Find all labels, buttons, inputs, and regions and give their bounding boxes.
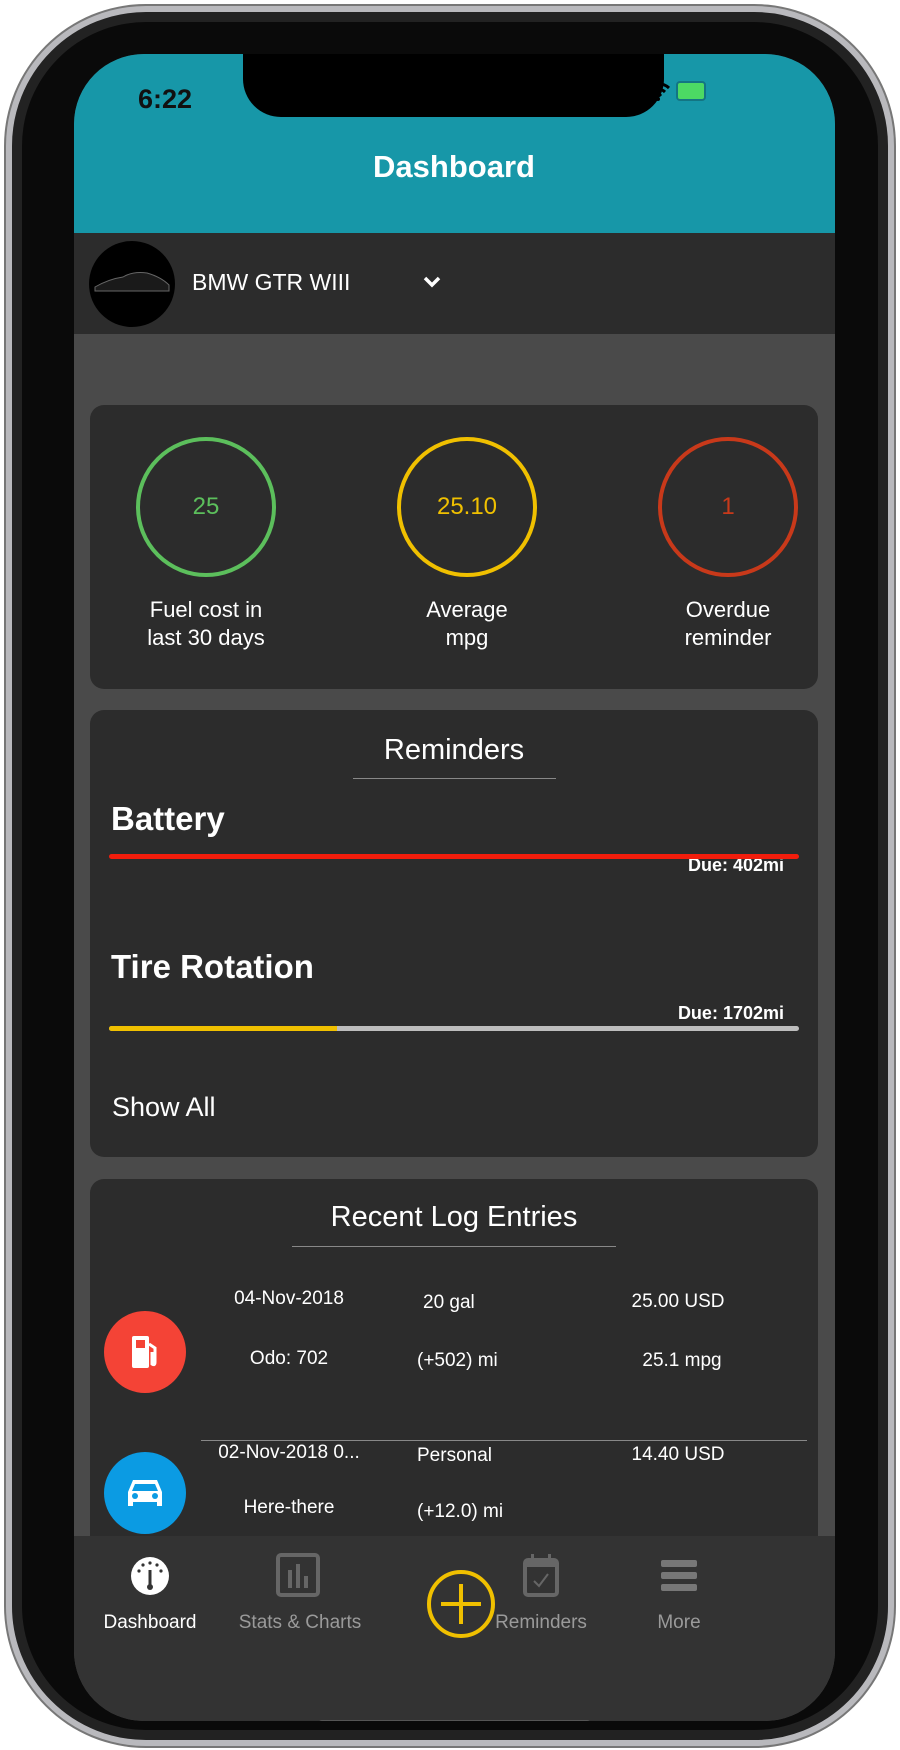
tab-dashboard[interactable]: Dashboard <box>74 1536 226 1646</box>
entry-trip: Here-there <box>243 1497 335 1518</box>
page-title: Dashboard <box>373 149 535 184</box>
label: Fuel cost in <box>149 597 263 622</box>
vehicle-avatar <box>89 241 175 327</box>
divider <box>201 1440 807 1441</box>
log-entry[interactable]: 04-Nov-2018 Odo: 702 20 gal (+502) mi 25… <box>90 1259 818 1393</box>
tab-reminders[interactable]: Reminders <box>464 1536 612 1646</box>
reminders-title: Reminders <box>383 734 525 766</box>
reminder-battery[interactable]: Battery Due: 402mi <box>90 800 818 930</box>
menu-icon <box>661 1560 697 1591</box>
reminder-due: Due: 1702mi <box>677 1003 784 1023</box>
fuel-cost-ring: 25 <box>136 437 276 577</box>
home-indicator[interactable] <box>318 1720 591 1721</box>
label: mpg <box>445 625 489 650</box>
battery-icon <box>676 81 706 101</box>
calendar-check-icon <box>523 1554 559 1597</box>
reminder-name: Tire Rotation <box>111 948 314 985</box>
summary-average-mpg[interactable]: 25.10 Average mpg <box>367 437 567 652</box>
tab-label: Reminders <box>495 1612 587 1633</box>
tab-label: More <box>657 1612 701 1633</box>
vehicle-selector[interactable]: BMW GTR WIII <box>74 233 835 334</box>
label: Average <box>426 597 508 622</box>
entry-odometer: Odo: 702 <box>249 1348 329 1369</box>
show-all-link[interactable]: Show All <box>112 1092 216 1123</box>
summary-card: 25 Fuel cost in last 30 days 25.10 Averag… <box>90 405 818 689</box>
reminders-card: Reminders Battery Due: 402mi Tire Rotati… <box>90 710 818 1157</box>
overdue-ring: 1 <box>658 437 798 577</box>
entry-category: Personal <box>417 1445 492 1466</box>
summary-overdue[interactable]: 1 Overdue reminder <box>628 437 828 652</box>
entry-cost: 14.40 USD <box>631 1444 725 1465</box>
divider <box>353 778 556 779</box>
notch <box>243 54 664 117</box>
tab-label: Dashboard <box>103 1612 197 1633</box>
label: Overdue <box>685 597 771 622</box>
tab-stats-charts[interactable]: Stats & Charts <box>226 1536 378 1646</box>
tab-bar: Dashboard Stats & Charts Reminders More <box>74 1536 835 1721</box>
label: reminder <box>684 625 772 650</box>
progress-fill <box>109 854 799 859</box>
reminder-tire-rotation[interactable]: Tire Rotation Due: 1702mi <box>90 948 818 1078</box>
status-time: 6:22 <box>138 84 193 114</box>
entry-date: 02-Nov-2018 0... <box>218 1442 360 1463</box>
reminder-progress <box>109 854 799 859</box>
entry-volume: 20 gal <box>423 1292 475 1313</box>
chevron-down-icon[interactable] <box>423 275 441 289</box>
fuel-pump-icon <box>104 1311 186 1393</box>
car-icon <box>104 1452 186 1534</box>
reminder-progress <box>109 1026 799 1031</box>
divider <box>292 1246 616 1247</box>
tab-more[interactable]: More <box>612 1536 762 1646</box>
progress-fill <box>109 1026 337 1031</box>
entry-cost: 25.00 USD <box>631 1291 725 1312</box>
reminder-name: Battery <box>111 800 225 837</box>
screen: 6:22 Dashboard BMW GTR WIII 25 Fuel cost… <box>74 54 835 1721</box>
entry-date: 04-Nov-2018 <box>234 1288 344 1309</box>
log-title: Recent Log Entries <box>330 1201 578 1233</box>
gauge-icon <box>131 1557 169 1595</box>
entry-distance: (+12.0) mi <box>417 1501 504 1522</box>
summary-fuel-cost[interactable]: 25 Fuel cost in last 30 days <box>106 437 306 652</box>
label: last 30 days <box>147 625 265 650</box>
recent-log-card: Recent Log Entries 04-Nov-2018 Odo: 702 … <box>90 1179 818 1579</box>
bar-chart-icon <box>276 1553 320 1597</box>
avg-mpg-ring: 25.10 <box>397 437 537 577</box>
entry-mpg: 25.1 mpg <box>642 1350 722 1371</box>
vehicle-name: BMW GTR WIII <box>192 269 351 295</box>
entry-distance: (+502) mi <box>417 1350 498 1371</box>
tab-label: Stats & Charts <box>238 1612 362 1633</box>
